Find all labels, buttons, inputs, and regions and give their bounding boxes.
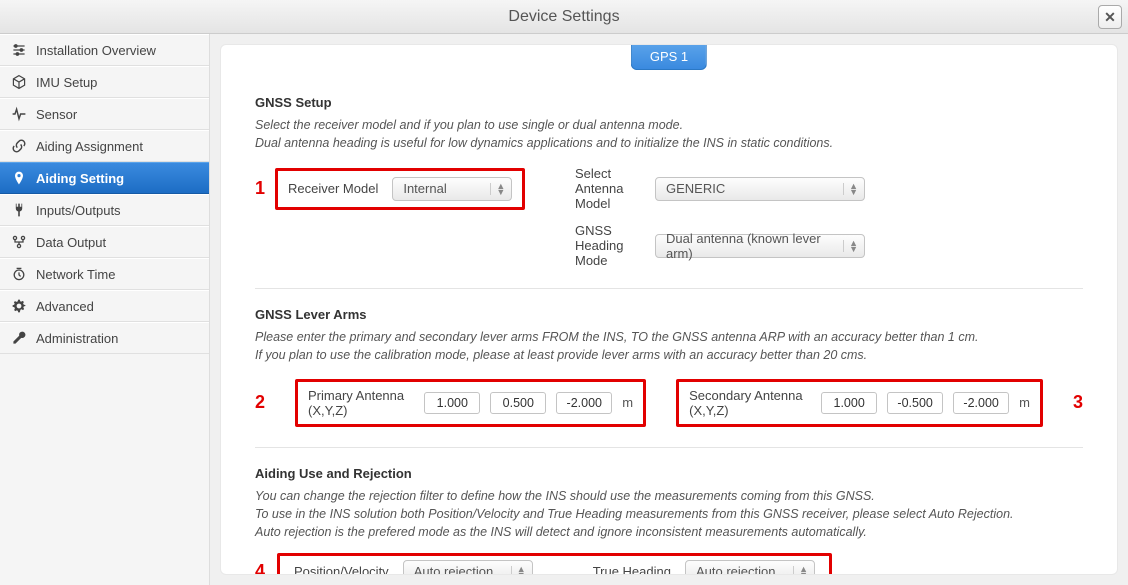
antenna-model-label: Select Antenna Model (575, 166, 641, 211)
wrench-icon (10, 329, 28, 347)
help-text: To use in the INS solution both Position… (255, 505, 1083, 523)
primary-antenna-label: Primary Antenna (X,Y,Z) (308, 388, 414, 418)
sliders-icon (10, 41, 28, 59)
sidebar-item-data-output[interactable]: Data Output (0, 226, 209, 258)
window-titlebar: Device Settings ✕ (0, 0, 1128, 34)
annotation-marker-4: 4 (255, 561, 265, 575)
spinner-icon: ▲▼ (843, 183, 858, 195)
section-title-rejection: Aiding Use and Rejection (255, 466, 1083, 481)
sidebar-item-label: Aiding Setting (36, 171, 124, 186)
unit-label: m (622, 395, 633, 410)
sidebar-item-advanced[interactable]: Advanced (0, 290, 209, 322)
sidebar-item-network-time[interactable]: Network Time (0, 258, 209, 290)
heading-mode-select[interactable]: Dual antenna (known lever arm) ▲▼ (655, 234, 865, 258)
primary-x-input[interactable] (424, 392, 480, 414)
help-text: If you plan to use the calibration mode,… (255, 346, 1083, 364)
receiver-model-select[interactable]: Internal ▲▼ (392, 177, 512, 201)
sidebar-item-aiding-setting[interactable]: Aiding Setting (0, 162, 209, 194)
secondary-y-input[interactable] (887, 392, 943, 414)
sidebar-item-aiding-assignment[interactable]: Aiding Assignment (0, 130, 209, 162)
sidebar: Installation Overview IMU Setup Sensor A… (0, 34, 210, 585)
sidebar-item-installation-overview[interactable]: Installation Overview (0, 34, 209, 66)
true-heading-label: True Heading (593, 564, 671, 575)
pin-icon (10, 169, 28, 187)
primary-y-input[interactable] (490, 392, 546, 414)
close-icon: ✕ (1104, 9, 1116, 25)
help-text: Dual antenna heading is useful for low d… (255, 134, 1083, 152)
close-button[interactable]: ✕ (1098, 5, 1122, 29)
section-title-lever-arms: GNSS Lever Arms (255, 307, 1083, 322)
annotation-marker-1: 1 (255, 178, 265, 199)
annotation-marker-3: 3 (1073, 392, 1083, 413)
true-heading-select[interactable]: Auto rejection ▲▼ (685, 560, 815, 575)
sidebar-item-label: Administration (36, 331, 118, 346)
secondary-z-input[interactable] (953, 392, 1009, 414)
sidebar-item-label: Data Output (36, 235, 106, 250)
main-panel: GPS 1 GNSS Setup Select the receiver mod… (220, 44, 1118, 575)
receiver-model-label: Receiver Model (288, 181, 378, 196)
sidebar-item-label: IMU Setup (36, 75, 97, 90)
sidebar-item-label: Aiding Assignment (36, 139, 143, 154)
window-title: Device Settings (508, 8, 619, 25)
help-text: Select the receiver model and if you pla… (255, 116, 1083, 134)
tab-gps1[interactable]: GPS 1 (631, 44, 707, 70)
sidebar-item-inputs-outputs[interactable]: Inputs/Outputs (0, 194, 209, 226)
gear-icon (10, 297, 28, 315)
secondary-antenna-label: Secondary Antenna (X,Y,Z) (689, 388, 811, 418)
sidebar-item-label: Inputs/Outputs (36, 203, 121, 218)
primary-z-input[interactable] (556, 392, 612, 414)
help-text: Auto rejection is the prefered mode as t… (255, 523, 1083, 541)
antenna-model-select[interactable]: GENERIC ▲▼ (655, 177, 865, 201)
position-velocity-select[interactable]: Auto rejection ▲▼ (403, 560, 533, 575)
spinner-icon: ▲▼ (843, 240, 858, 252)
position-velocity-label: Position/Velocity (294, 564, 389, 575)
plug-icon (10, 201, 28, 219)
section-title-gnss-setup: GNSS Setup (255, 95, 1083, 110)
sidebar-item-label: Network Time (36, 267, 115, 282)
spinner-icon: ▲▼ (793, 566, 808, 575)
cube-icon (10, 73, 28, 91)
help-text: You can change the rejection filter to d… (255, 487, 1083, 505)
sidebar-item-administration[interactable]: Administration (0, 322, 209, 354)
sidebar-item-label: Sensor (36, 107, 77, 122)
sidebar-item-label: Installation Overview (36, 43, 156, 58)
pulse-icon (10, 105, 28, 123)
spinner-icon: ▲▼ (490, 183, 505, 195)
link-icon (10, 137, 28, 155)
sidebar-item-sensor[interactable]: Sensor (0, 98, 209, 130)
flow-icon (10, 233, 28, 251)
unit-label: m (1019, 395, 1030, 410)
heading-mode-label: GNSS Heading Mode (575, 223, 641, 268)
help-text: Please enter the primary and secondary l… (255, 328, 1083, 346)
spinner-icon: ▲▼ (511, 566, 526, 575)
sidebar-item-label: Advanced (36, 299, 94, 314)
secondary-x-input[interactable] (821, 392, 877, 414)
annotation-marker-2: 2 (255, 392, 265, 413)
sidebar-item-imu-setup[interactable]: IMU Setup (0, 66, 209, 98)
clock-icon (10, 265, 28, 283)
